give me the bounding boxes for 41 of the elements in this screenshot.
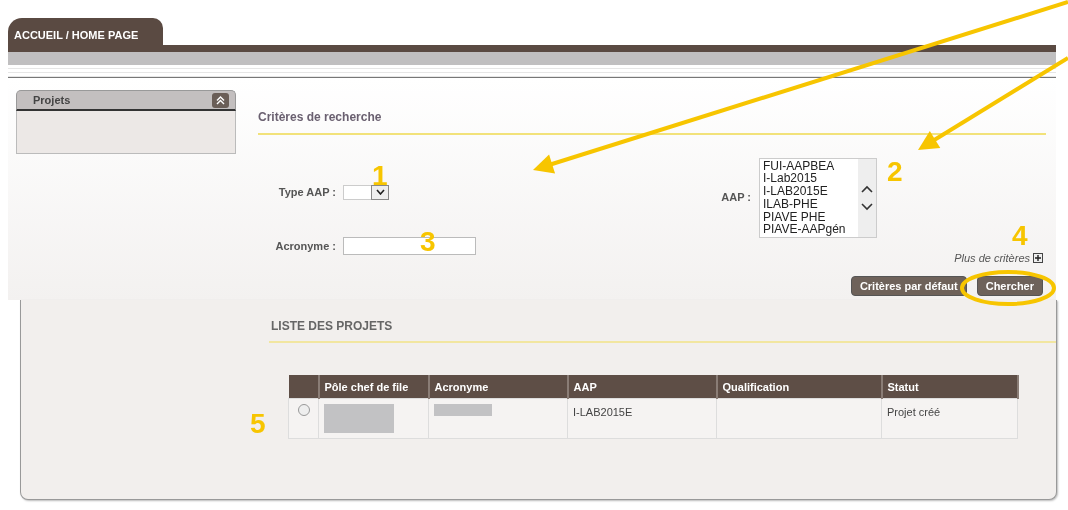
dropdown-button[interactable]	[371, 184, 389, 200]
chevron-down-icon[interactable]	[375, 189, 385, 195]
search-button[interactable]: Chercher	[976, 275, 1043, 296]
default-criteria-button[interactable]: Critères par défaut	[850, 275, 967, 296]
list-option[interactable]: PIAVE PHE	[763, 210, 858, 224]
field-label: AAP :	[721, 190, 751, 206]
field-label: Type AAP :	[277, 184, 337, 200]
double-chevron-up-icon[interactable]	[216, 95, 225, 105]
tab[interactable]: ACCUEIL / HOME PAGE	[8, 18, 163, 45]
table-cell: Projet créé	[881, 398, 1018, 438]
column-header: Qualification	[716, 375, 882, 398]
annotation-number: 1	[372, 162, 388, 190]
table-cell: I-LAB2015E	[567, 398, 717, 438]
listbox[interactable]: FUI-AAPBEA I-Lab2015 I-LAB2015E ILAB-PHE PIAVE PHE PIAVE-AAPgén	[759, 157, 877, 238]
column-header: AAP	[567, 375, 717, 398]
collapse-button[interactable]	[212, 92, 229, 108]
expand-icon[interactable]	[1033, 253, 1043, 264]
list-option[interactable]: ILAB-PHE	[763, 197, 858, 211]
list-option[interactable]: I-Lab2015	[763, 172, 858, 186]
column-header: Statut	[881, 375, 1018, 398]
redacted-block	[324, 403, 394, 433]
scroll-down-icon[interactable]	[861, 202, 873, 211]
column-header: Acronyme	[428, 375, 568, 398]
list-option[interactable]: PIAVE-AAPgén	[763, 223, 858, 237]
redacted-block	[434, 403, 492, 416]
scroll-up-icon[interactable]	[861, 184, 873, 193]
panel-title: Projets	[33, 92, 71, 108]
more-criteria-link[interactable]: Plus de critères	[954, 250, 1030, 267]
radio-button[interactable]	[297, 403, 310, 416]
section-title: LISTE DES PROJETS	[271, 318, 393, 335]
field-label: Acronyme :	[274, 238, 337, 254]
column-header: Pôle chef de file	[318, 375, 429, 398]
scrollbar[interactable]	[858, 158, 876, 237]
header-cell	[288, 375, 319, 398]
list-option[interactable]: FUI-AAPBEA	[763, 159, 858, 173]
annotation-number: 5	[250, 410, 266, 438]
list-option[interactable]: I-LAB2015E	[763, 185, 858, 198]
annotation-number: 2	[887, 158, 903, 186]
annotation-number: 4	[1012, 222, 1028, 250]
section-title: Critères de recherche	[258, 109, 382, 126]
annotation-number: 3	[420, 228, 436, 256]
